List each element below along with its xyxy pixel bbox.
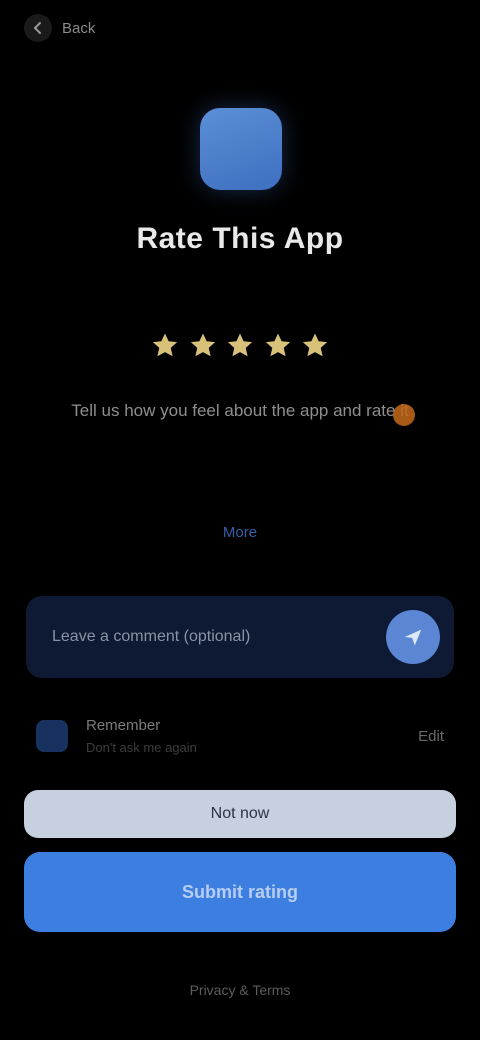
star-rating[interactable] [150, 328, 330, 364]
app-title: Rate This App [136, 222, 344, 255]
star-3-icon[interactable] [225, 331, 255, 361]
comment-input[interactable] [52, 628, 386, 646]
star-4-icon[interactable] [263, 331, 293, 361]
option-title: Remember [86, 717, 161, 734]
option-text: Remember Don't ask me again [86, 717, 400, 755]
option-subtitle: Don't ask me again [86, 740, 197, 755]
top-bar: Back [24, 14, 95, 42]
rating-screen: Back Rate This App Tell us how you feel … [0, 0, 480, 1040]
more-link[interactable]: More [0, 524, 480, 541]
star-2-icon[interactable] [188, 331, 218, 361]
heart-emoji-icon [393, 404, 415, 426]
send-icon [404, 629, 422, 646]
star-5-icon[interactable] [300, 331, 330, 361]
back-button[interactable] [24, 14, 52, 42]
comment-field [26, 596, 454, 678]
app-icon [200, 108, 282, 190]
not-now-button[interactable]: Not now [24, 790, 456, 838]
send-button[interactable] [386, 610, 440, 664]
option-edit-link[interactable]: Edit [418, 728, 444, 745]
chevron-left-icon [33, 22, 41, 34]
submit-rating-button[interactable]: Submit rating [24, 852, 456, 932]
remember-checkbox[interactable] [36, 720, 68, 752]
option-row: Remember Don't ask me again Edit [36, 708, 444, 764]
privacy-terms-link[interactable]: Privacy & Terms [0, 982, 480, 998]
star-1-icon[interactable] [150, 331, 180, 361]
rating-description: Tell us how you feel about the app and r… [71, 401, 409, 420]
back-label[interactable]: Back [62, 20, 95, 37]
